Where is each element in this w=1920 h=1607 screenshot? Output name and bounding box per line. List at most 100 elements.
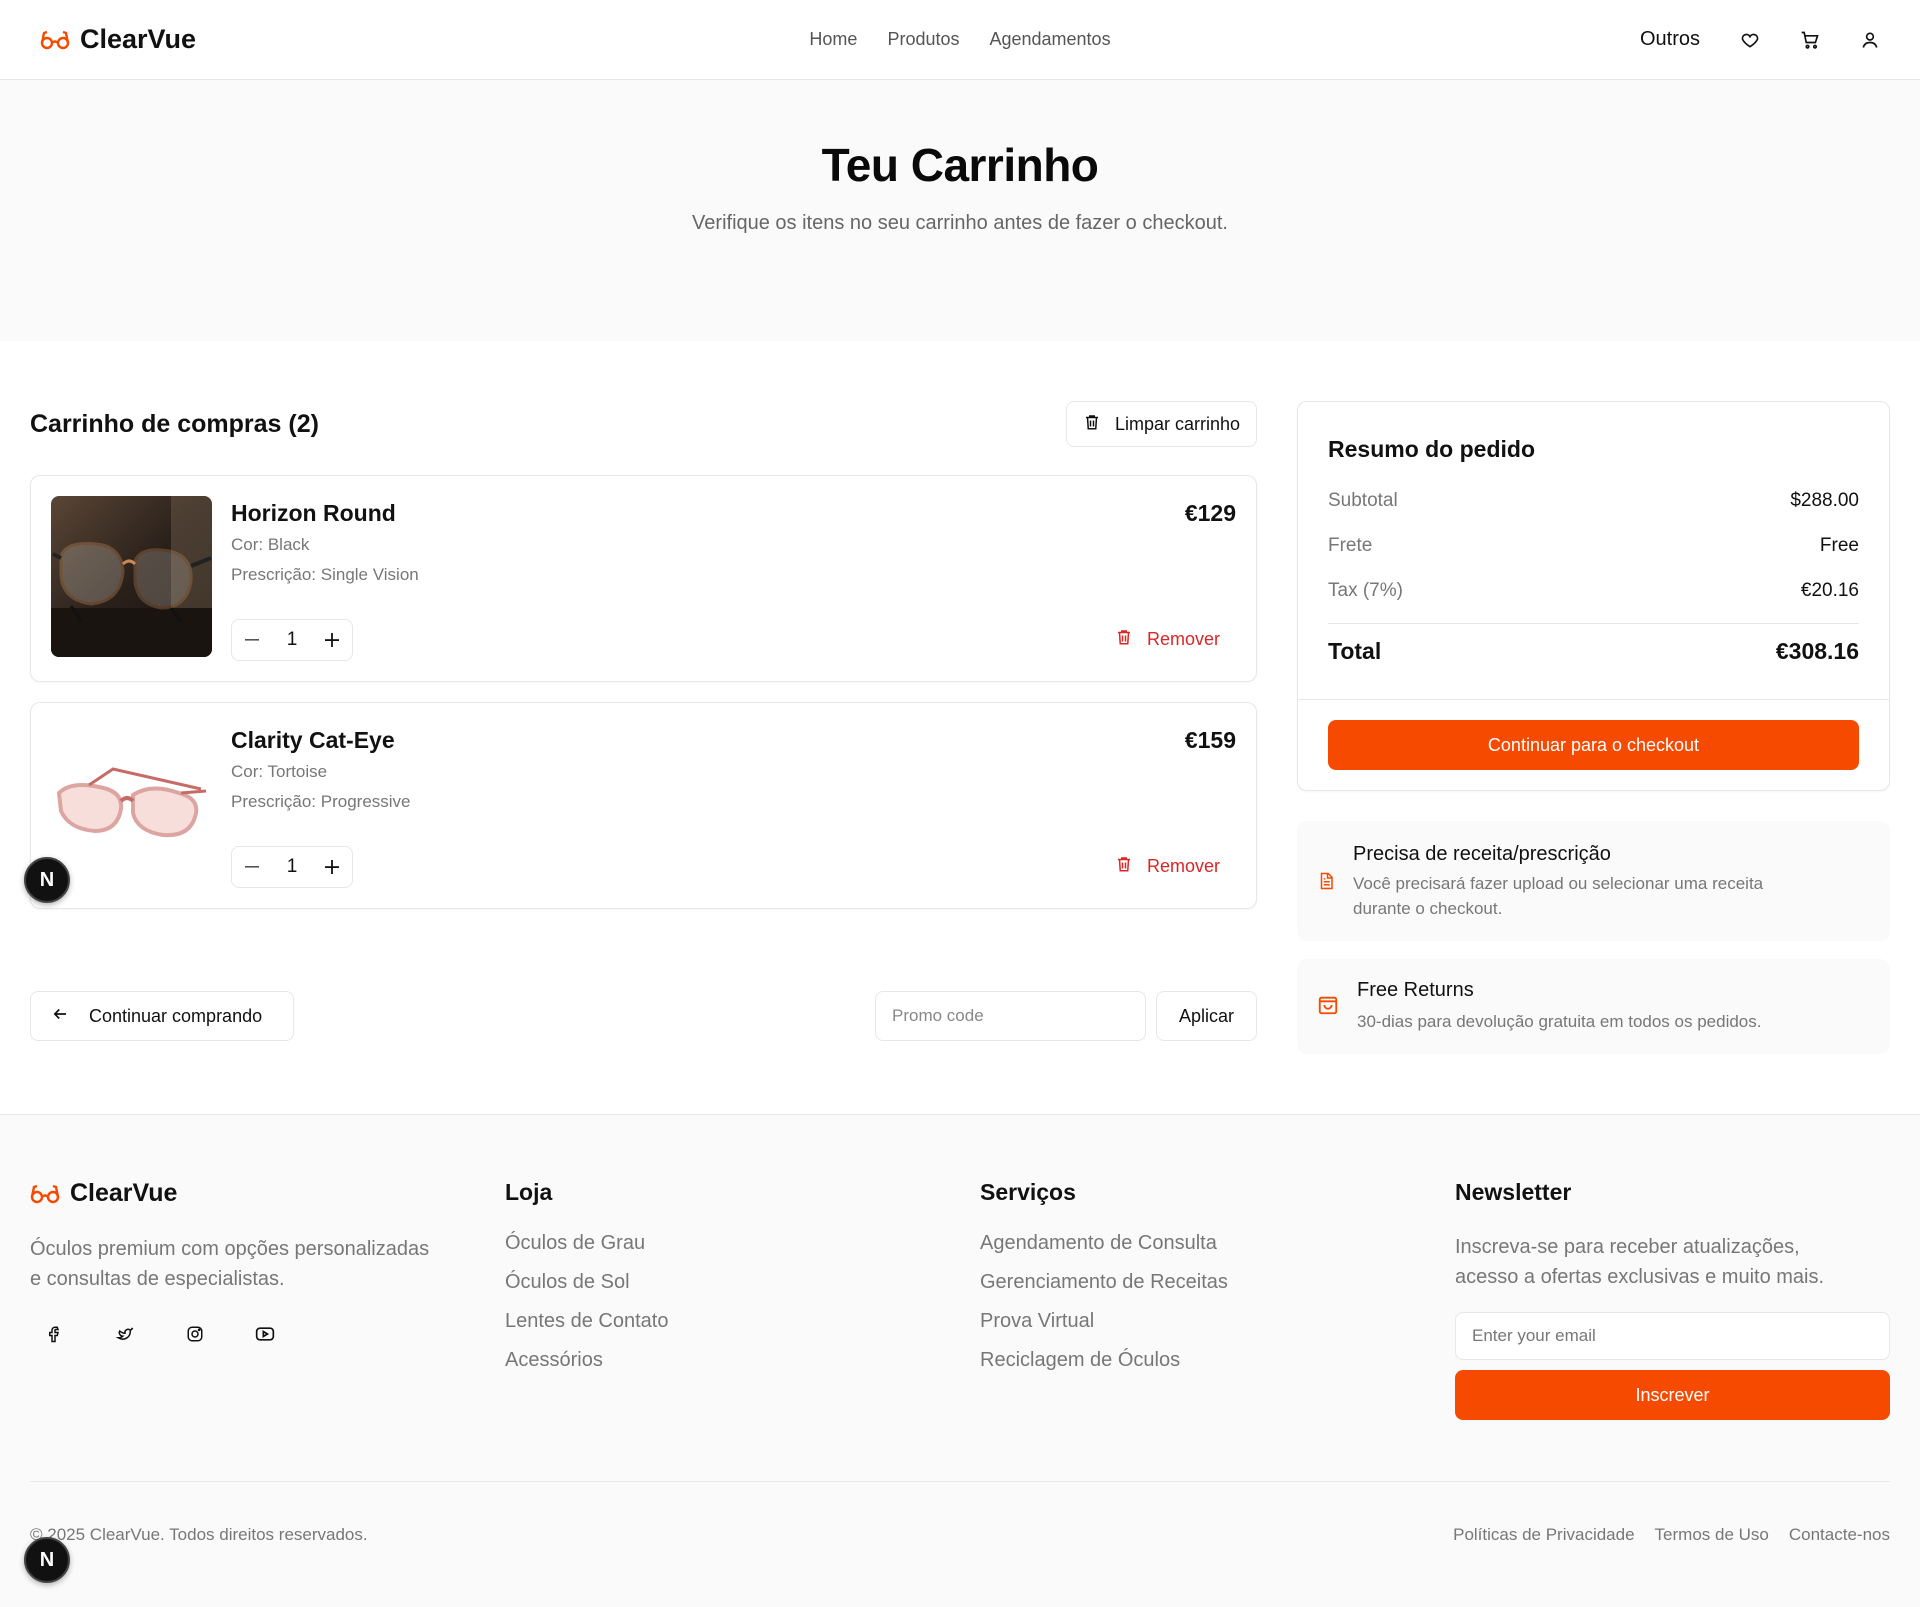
footer-description: Óculos premium com opções personalizadas… <box>30 1234 470 1294</box>
subscribe-button[interactable]: Inscrever <box>1455 1370 1890 1420</box>
order-summary-section: Resumo do pedido Subtotal $288.00 Frete … <box>1297 401 1890 1054</box>
brand-logo[interactable]: ClearVue <box>40 24 196 55</box>
remove-label: Remover <box>1146 856 1220 876</box>
cart-header: Carrinho de compras (2) Limpar carrinho <box>30 401 1257 447</box>
info-desc: 30-dias para devolução gratuita em todos… <box>1357 1012 1762 1031</box>
cart-icon[interactable] <box>1800 30 1820 50</box>
cart-title: Carrinho de compras (2) <box>30 409 319 438</box>
heart-icon[interactable] <box>1740 30 1760 50</box>
increase-button[interactable] <box>322 857 342 877</box>
checkout-button[interactable]: Continuar para o checkout <box>1328 720 1859 770</box>
product-image-clarity-cat-eye[interactable] <box>51 723 212 884</box>
footer-link[interactable]: Gerenciamento de Receitas <box>980 1271 1228 1294</box>
page-title: Teu Carrinho <box>821 139 1099 191</box>
legal-links: Políticas de Privacidade Termos de Uso C… <box>1453 1525 1890 1545</box>
user-icon[interactable] <box>1860 30 1880 50</box>
footer-desc-line1: Óculos premium com opções personalizadas <box>30 1238 430 1260</box>
brand-name: ClearVue <box>80 24 197 54</box>
twitter-icon[interactable] <box>115 1324 135 1344</box>
increase-button[interactable] <box>322 630 342 650</box>
item-color: Cor: Tortoise <box>231 762 328 781</box>
contact-link[interactable]: Contacte-nos <box>1789 1525 1890 1545</box>
quantity-stepper: 1 <box>231 846 353 888</box>
facebook-icon[interactable] <box>45 1324 65 1344</box>
clear-cart-label: Limpar carrinho <box>1114 413 1240 434</box>
document-icon <box>1317 871 1335 896</box>
remove-item-button[interactable]: Remover <box>1115 628 1220 651</box>
apply-promo-button[interactable]: Aplicar <box>1156 991 1257 1041</box>
newsletter-title: Newsletter <box>1455 1179 1572 1205</box>
dev-tools-badge[interactable]: N <box>24 857 70 903</box>
summary-label: Subtotal <box>1328 490 1398 511</box>
item-name[interactable]: Horizon Round <box>231 500 419 527</box>
footer-newsletter-column: Newsletter Inscreva-se para receber atua… <box>1455 1179 1890 1420</box>
item-prescription: Prescrição: Progressive <box>231 792 411 811</box>
header-actions: Outros <box>1640 28 1880 51</box>
footer-logo[interactable]: ClearVue <box>30 1179 470 1208</box>
prescription-info-card: Precisa de receita/prescrição Você preci… <box>1297 821 1890 941</box>
main-nav: Home Produtos Agendamentos <box>809 29 1110 50</box>
footer-link[interactable]: Agendamento de Consulta <box>980 1232 1228 1255</box>
nav-agendamentos[interactable]: Agendamentos <box>989 29 1110 50</box>
item-info: Horizon Round Cor: Black Prescrição: Sin… <box>231 500 419 585</box>
footer-link[interactable]: Óculos de Sol <box>505 1271 668 1294</box>
footer-link[interactable]: Acessórios <box>505 1349 668 1372</box>
remove-item-button[interactable]: Remover <box>1115 855 1220 878</box>
nav-produtos[interactable]: Produtos <box>887 29 959 50</box>
item-name[interactable]: Clarity Cat-Eye <box>231 727 411 754</box>
item-price: €159 <box>1184 727 1236 753</box>
newsletter-desc-line1: Inscreva-se para receber atualizações, <box>1455 1236 1800 1258</box>
info-desc-line2: durante o checkout. <box>1353 899 1503 918</box>
newsletter-email-input[interactable] <box>1455 1312 1890 1360</box>
summary-total-row: Total €308.16 <box>1328 638 1859 665</box>
clear-cart-button[interactable]: Limpar carrinho <box>1065 401 1257 447</box>
footer-shop-links: Óculos de Grau Óculos de Sol Lentes de C… <box>505 1232 668 1372</box>
site-header: ClearVue Home Produtos Agendamentos Outr… <box>0 0 1920 80</box>
continue-shopping-button[interactable]: Continuar comprando <box>30 991 294 1041</box>
summary-footer-divider <box>1298 699 1889 700</box>
cart-list-section: Carrinho de compras (2) Limpar carrinho <box>30 401 1257 1041</box>
quantity-value: 1 <box>286 629 298 650</box>
arrow-left-icon <box>51 1005 69 1028</box>
dev-tools-badge[interactable]: N <box>24 1537 70 1583</box>
instagram-icon[interactable] <box>185 1324 205 1344</box>
footer-link[interactable]: Óculos de Grau <box>505 1232 668 1255</box>
terms-link[interactable]: Termos de Uso <box>1655 1525 1769 1545</box>
summary-row-shipping: Frete Free <box>1328 535 1859 557</box>
nav-outros[interactable]: Outros <box>1640 28 1700 51</box>
cart-item: Clarity Cat-Eye Cor: Tortoise Prescrição… <box>30 702 1257 909</box>
quantity-value: 1 <box>286 856 298 877</box>
total-label: Total <box>1328 638 1382 664</box>
glasses-icon <box>40 30 70 50</box>
nav-home[interactable]: Home <box>809 29 857 50</box>
trash-icon <box>1115 628 1133 651</box>
copyright-text: © 2025 ClearVue. Todos direitos reservad… <box>30 1525 368 1544</box>
product-image-horizon-round[interactable] <box>51 496 212 657</box>
summary-row-tax: Tax (7%) €20.16 <box>1328 580 1859 602</box>
decrease-button[interactable] <box>242 857 262 877</box>
summary-value: $288.00 <box>1790 490 1859 511</box>
footer-shop-column: Loja Óculos de Grau Óculos de Sol Lentes… <box>505 1179 668 1372</box>
continue-shopping-label: Continuar comprando <box>89 1005 263 1026</box>
footer-brand-column: ClearVue Óculos premium com opções perso… <box>30 1179 470 1344</box>
privacy-policy-link[interactable]: Políticas de Privacidade <box>1453 1525 1634 1545</box>
promo-code-input[interactable] <box>875 991 1146 1041</box>
newsletter-desc-line2: acesso a ofertas exclusivas e muito mais… <box>1455 1266 1825 1288</box>
youtube-icon[interactable] <box>255 1324 275 1344</box>
remove-label: Remover <box>1146 629 1220 649</box>
info-title: Precisa de receita/prescrição <box>1353 843 1611 865</box>
summary-label: Frete <box>1328 535 1373 556</box>
site-footer: ClearVue Óculos premium com opções perso… <box>0 1114 1920 1607</box>
footer-link[interactable]: Lentes de Contato <box>505 1310 668 1333</box>
trash-icon <box>1083 413 1101 436</box>
info-desc-line1: Você precisará fazer upload ou seleciona… <box>1353 874 1764 893</box>
footer-services-title: Serviços <box>980 1179 1076 1205</box>
quantity-stepper: 1 <box>231 619 353 661</box>
page-subtitle: Verifique os itens no seu carrinho antes… <box>692 212 1228 234</box>
decrease-button[interactable] <box>242 630 262 650</box>
item-color: Cor: Black <box>231 535 310 554</box>
footer-link[interactable]: Reciclagem de Óculos <box>980 1349 1228 1372</box>
social-links <box>30 1324 470 1344</box>
footer-link[interactable]: Prova Virtual <box>980 1310 1228 1333</box>
footer-shop-title: Loja <box>505 1179 553 1205</box>
